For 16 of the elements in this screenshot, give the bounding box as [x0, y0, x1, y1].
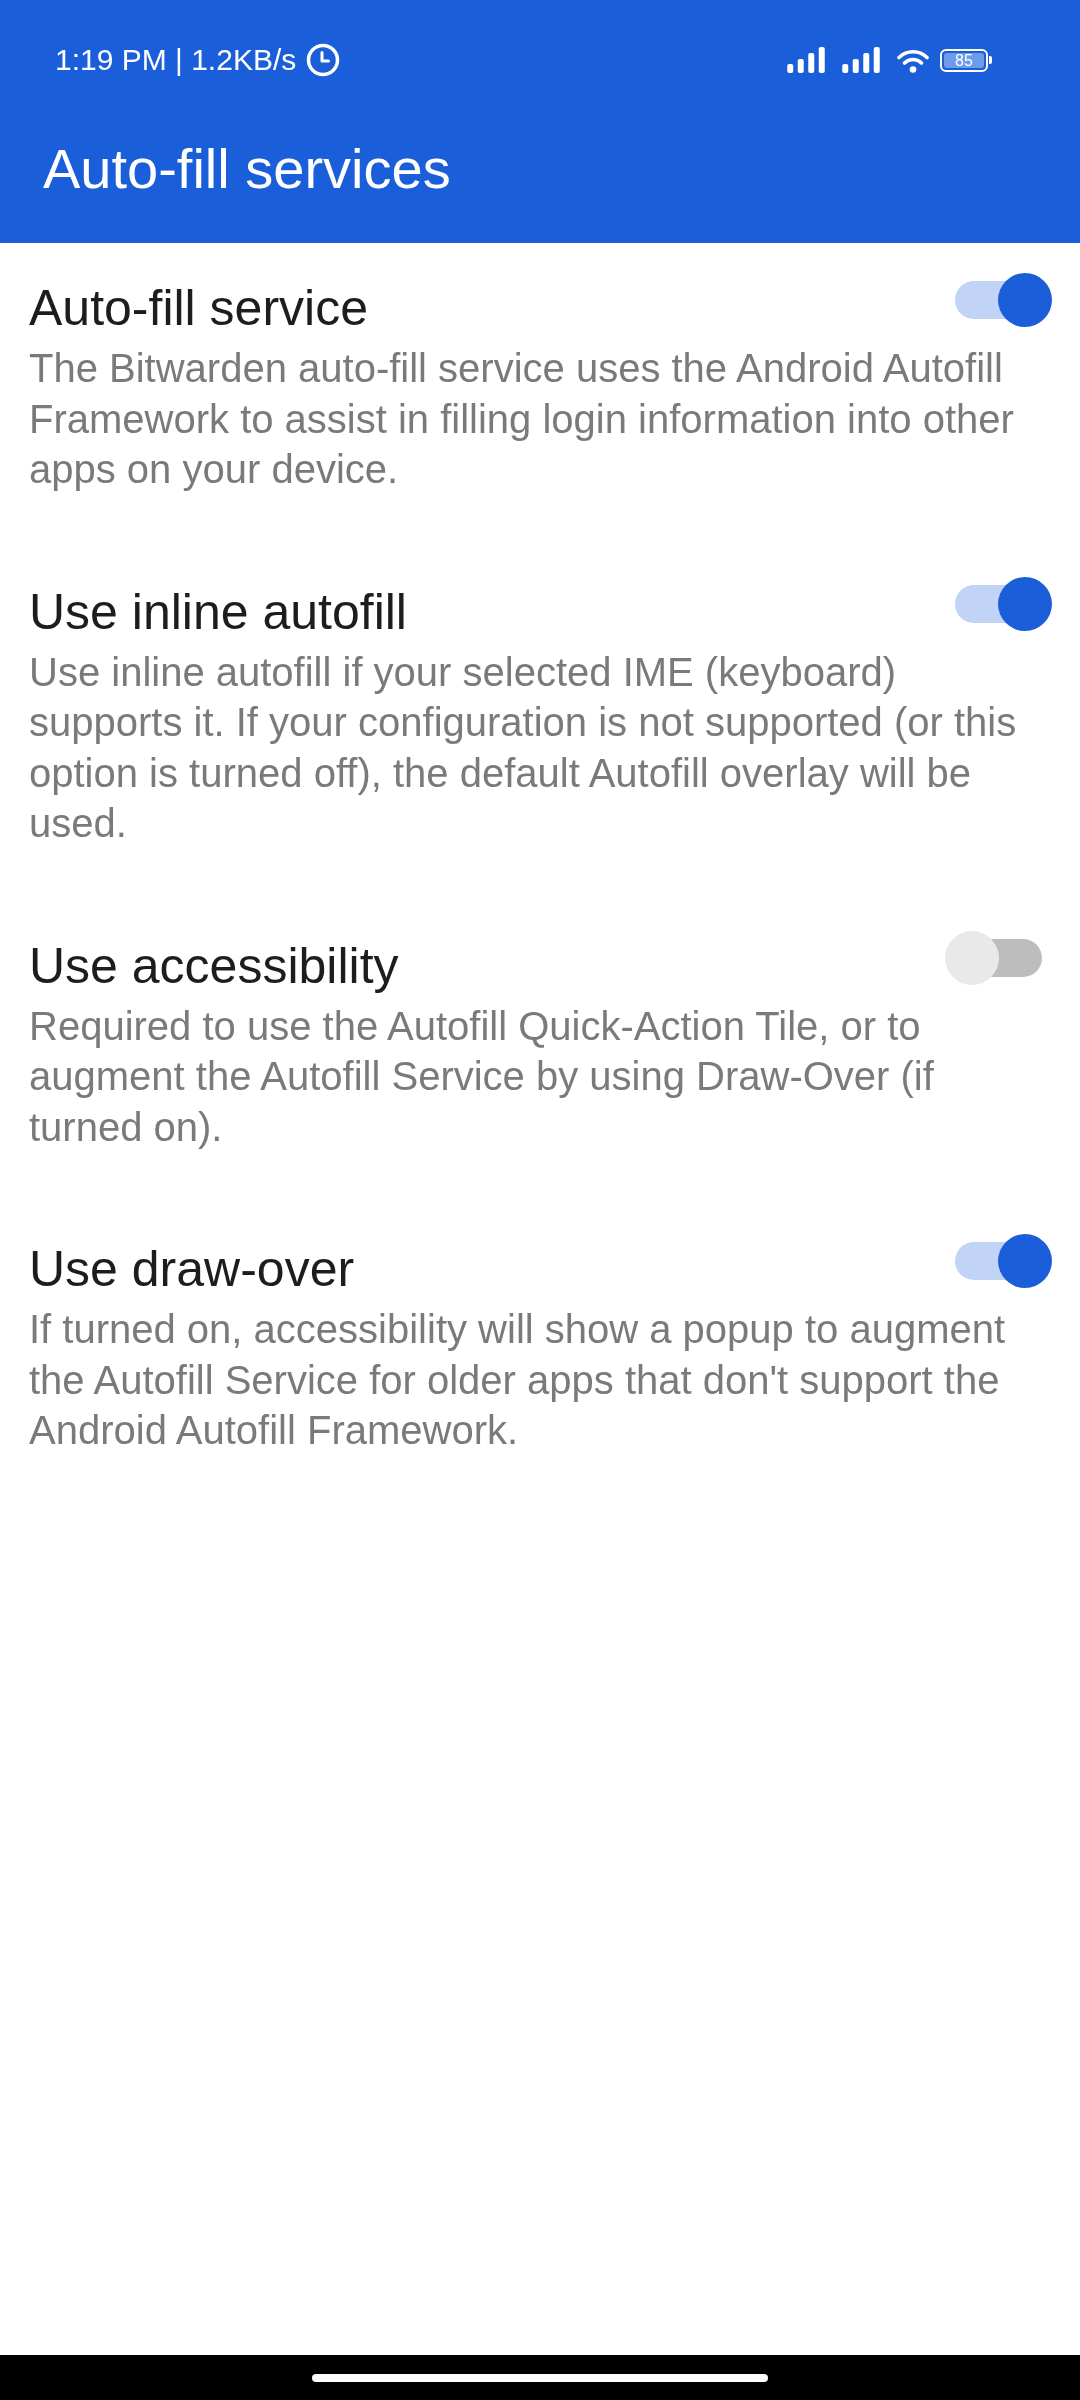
setting-title: Use draw-over [29, 1240, 355, 1299]
setting-title: Use inline autofill [29, 582, 407, 642]
screen-title: Auto-fill services [43, 135, 451, 202]
signal-icon [787, 47, 825, 73]
setting-description: The Bitwarden auto-fill service uses the Android Autofill Framework to assist in filling login information into other apps on your device. [29, 345, 1015, 493]
setting-title: Use accessibility [29, 936, 399, 996]
setting-description: If turned on, accessibility will show a popup to augment the Autofill Service for older apps that don't support the Android Autofill Framework. [29, 1306, 1007, 1454]
home-indicator[interactable] [312, 2373, 768, 2382]
setting-title: Auto-fill service [29, 279, 368, 338]
setting-description: Use inline autofill if your selected IME (keyboard) supports it. If your configuration is not supported (or this option is turned off), the default Autofill overlay will be used. [29, 648, 1018, 847]
setting-description: Required to use the Autofill Quick-Action Tile, or to augment the Autofill Service by using Draw-Over (if turned on). [29, 1002, 935, 1151]
status-text: 1:19 PM | 1.2KB/s [55, 42, 297, 78]
signal-icon [842, 47, 880, 73]
battery-percentage: 85 [944, 52, 984, 68]
clock-icon [306, 43, 341, 77]
wifi-icon [897, 47, 929, 73]
